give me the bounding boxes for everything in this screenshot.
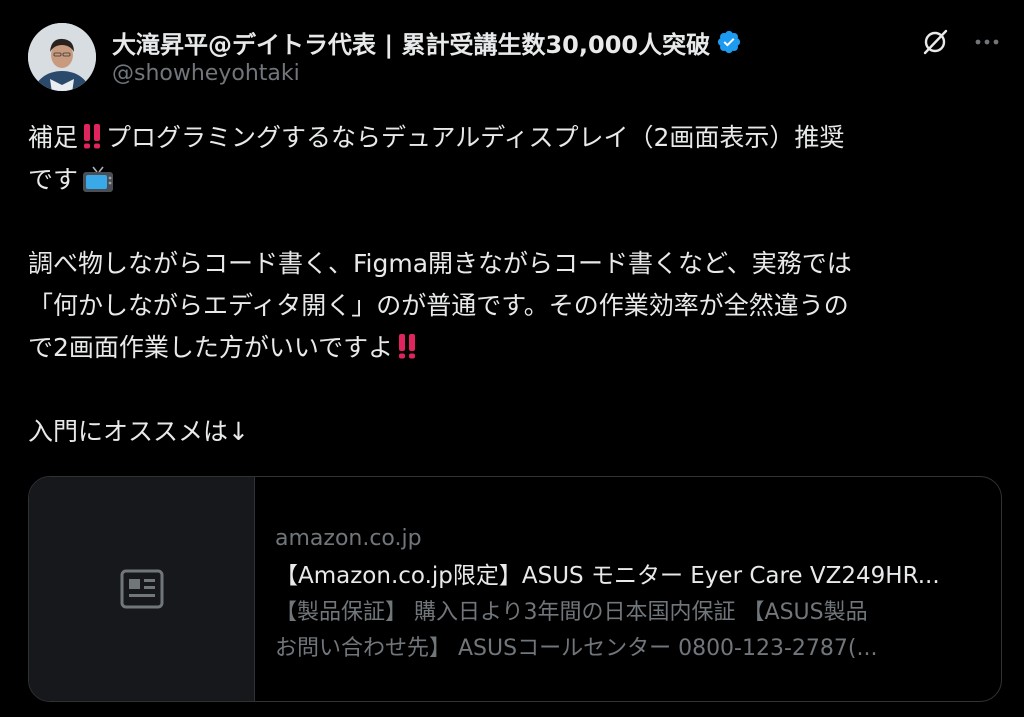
avatar-image <box>28 23 96 91</box>
text-line: です <box>28 159 996 201</box>
text-segment: で2画面作業した方がいいですよ <box>28 333 394 362</box>
text-line: 入門にオススメは↓ <box>28 417 249 446</box>
grok-icon[interactable] <box>920 27 950 57</box>
tweet: 大滝昇平@デイトラ代表 | 累計受講生数30,000人突破 @showheyoh… <box>0 0 1024 717</box>
avatar[interactable] <box>28 23 96 91</box>
name-row: 大滝昇平@デイトラ代表 | 累計受講生数30,000人突破 <box>112 24 912 60</box>
card-thumbnail <box>29 477 255 701</box>
tweet-text: 補足 プログラミングするならデュアルディスプレイ（2画面表示）推奨 です 調べ物し… <box>28 117 996 453</box>
verified-badge-icon[interactable] <box>716 29 742 55</box>
text-segment: です <box>28 165 79 194</box>
card-description-line: お問い合わせ先】 ASUSコールセンター 0800-123-2787(... <box>275 636 878 661</box>
text-line: 「何かしながらエディタ開く」のが普通です。その作業効率が全然違うの <box>28 291 849 320</box>
display-name[interactable]: 大滝昇平@デイトラ代表 | 累計受講生数30,000人突破 <box>112 25 710 60</box>
author-block: 大滝昇平@デイトラ代表 | 累計受講生数30,000人突破 @showheyoh… <box>112 24 912 86</box>
card-title: 【Amazon.co.jp限定】ASUS モニター Eyer Care VZ24… <box>275 563 940 589</box>
header-actions <box>920 27 1002 57</box>
paragraph-1: 補足 プログラミングするならデュアルディスプレイ（2画面表示）推奨 です <box>28 117 996 201</box>
link-preview-card[interactable]: amazon.co.jp 【Amazon.co.jp限定】ASUS モニター E… <box>28 476 1002 702</box>
article-placeholder-icon <box>120 569 163 609</box>
text-line: 補足 プログラミングするならデュアルディスプレイ（2画面表示）推奨 <box>28 117 996 159</box>
paragraph-2: 調べ物しながらコード書く、Figma開きながらコード書くなど、実務では 「何かし… <box>28 243 996 369</box>
text-line: 調べ物しながらコード書く、Figma開きながらコード書くなど、実務では <box>28 249 852 278</box>
card-description: 【製品保証】 購入日より3年間の日本国内保証 【ASUS製品 お問い合わせ先】 … <box>275 595 980 667</box>
card-content: amazon.co.jp 【Amazon.co.jp限定】ASUS モニター E… <box>275 521 980 667</box>
text-segment: 補足 <box>28 123 79 152</box>
double-exclamation-icon <box>81 121 103 149</box>
card-description-line: 【製品保証】 購入日より3年間の日本国内保証 【ASUS製品 <box>275 600 868 625</box>
more-icon[interactable] <box>972 27 1002 57</box>
double-exclamation-icon <box>396 331 418 359</box>
paragraph-3: 入門にオススメは↓ <box>28 411 996 453</box>
text-segment: プログラミングするならデュアルディスプレイ（2画面表示）推奨 <box>106 123 845 152</box>
television-icon <box>82 165 114 193</box>
handle[interactable]: @showheyohtaki <box>112 61 912 86</box>
card-domain: amazon.co.jp <box>275 526 422 551</box>
text-line: で2画面作業した方がいいですよ <box>28 327 996 369</box>
